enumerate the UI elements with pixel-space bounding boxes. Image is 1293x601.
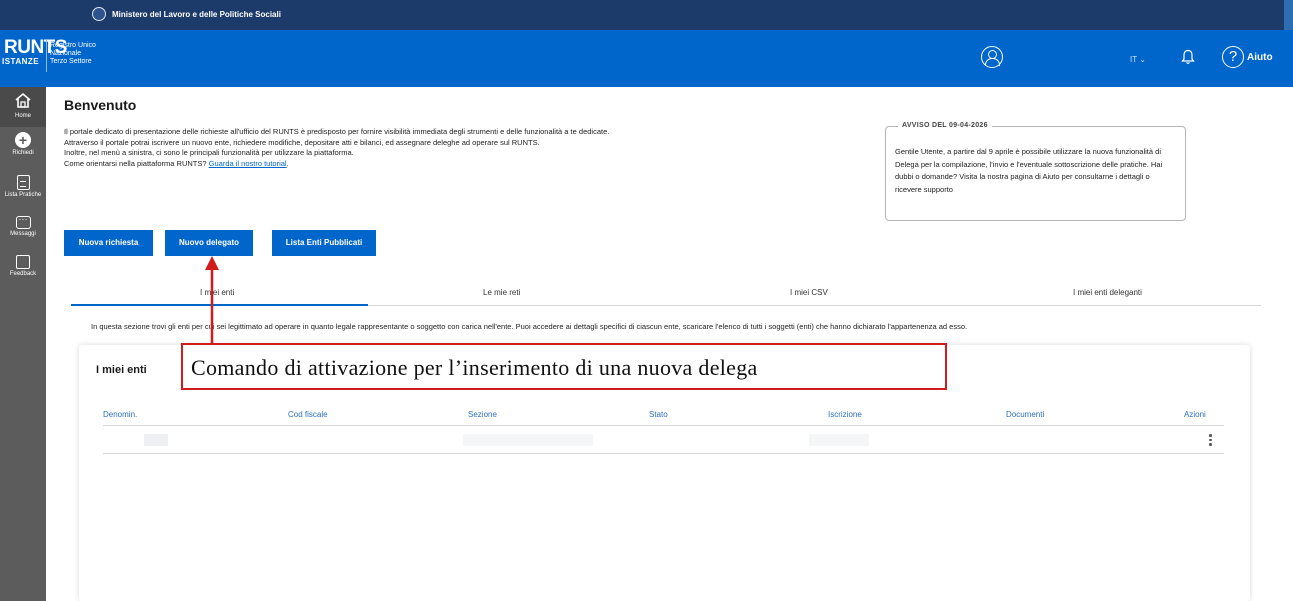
registry-line-3: Terzo Settore [50,58,92,65]
sidebar: Home + Richiedi Lista Pratiche Messaggi … [0,87,46,601]
ministry-name: Ministero del Lavoro e delle Politiche S… [112,9,281,19]
sidebar-item-label: Feedback [9,271,37,277]
sidebar-item-label: Lista Pratiche [4,192,42,198]
sidebar-item-label: Home [14,113,31,119]
new-request-button[interactable]: Nuova richiesta [64,230,153,256]
annotation-callout: Comando di attivazione per l’inserimento… [181,343,947,390]
column-header-status[interactable]: Stato [649,410,668,419]
notice-body: Gentile Utente, a partire dal 9 aprile è… [895,147,1163,194]
tutorial-link[interactable]: Guarda il nostro tutorial [209,159,287,168]
annotation-text: Comando di attivazione per l’inserimento… [191,355,758,380]
new-delegate-button[interactable]: Nuovo delegato [165,230,253,256]
sidebar-item-label: Richiedi [12,150,34,156]
feedback-icon [16,255,30,269]
logo-separator [46,40,47,72]
page-title: Benvenuto [64,97,137,113]
column-header-section[interactable]: Sezione [468,410,497,419]
sidebar-item-messaggi[interactable]: Messaggi [0,214,46,237]
tab-my-delegating-entities[interactable]: I miei enti deleganti [1073,288,1142,297]
tutorial-question: Come orientarsi nella piattaforma RUNTS? [64,158,209,168]
sidebar-item-label: Messaggi [10,231,36,237]
intro-text: Il portale dedicato di presentazione del… [64,127,664,169]
runts-logo-sub: ISTANZE [2,57,40,66]
column-header-documents[interactable]: Documenti [1006,410,1044,419]
intro-paragraph-1: Il portale dedicato di presentazione del… [64,127,610,136]
tab-my-csv[interactable]: I miei CSV [790,288,828,297]
sidebar-item-feedback[interactable]: Feedback [0,255,46,277]
active-tab-indicator [71,304,368,306]
column-header-tax-code[interactable]: Cod fiscale [288,410,328,419]
tab-my-networks[interactable]: Le mie reti [483,288,520,297]
tabs-bar: I miei enti Le mie reti I miei CSV I mie… [71,282,1261,306]
registry-line-2: Nazionale [50,50,82,57]
public-entities-list-button[interactable]: Lista Enti Pubblicati [272,230,376,256]
topbar-edge [1284,0,1293,30]
document-icon [16,175,30,190]
user-icon[interactable] [981,46,1003,68]
home-icon [15,92,31,108]
intro-paragraph-4: Come orientarsi nella piattaforma RUNTS?… [64,159,664,170]
row-actions-menu-icon[interactable] [1209,434,1213,448]
section-description: In questa sezione trovi gli enti per cui… [91,322,968,331]
sidebar-item-lista-pratiche[interactable]: Lista Pratiche [0,175,46,198]
tab-my-entities[interactable]: I miei enti [200,288,234,297]
tutorial-period: . [286,158,289,168]
language-selector[interactable]: IT ⌄ [1130,55,1146,64]
notice-box: AVVISO DEL 09-04-2026 Gentile Utente, a … [885,122,1186,221]
column-header-actions: Azioni [1184,410,1206,419]
redacted-cell [144,434,168,446]
registry-line-1: Registro Unico [50,42,96,49]
notice-title: AVVISO DEL 09-04-2026 [898,122,992,129]
intro-paragraph-3: Inoltre, nel menù a sinistra, ci sono le… [64,148,354,157]
help-link[interactable]: Aiuto [1247,52,1273,63]
registry-name: Registro Unico Nazionale Terzo Settore [50,42,96,66]
table-header: Denomin. Cod fiscale Sezione Stato Iscri… [103,408,1224,426]
redacted-cell [809,434,869,446]
sidebar-item-home[interactable]: Home [0,87,46,127]
republic-emblem-icon [92,7,106,21]
ministry-bar: Ministero del Lavoro e delle Politiche S… [0,0,1293,30]
column-header-denomination[interactable]: Denomin. [103,410,137,419]
help-icon[interactable]: ? [1222,46,1244,68]
table-row[interactable] [103,427,1224,454]
intro-paragraph-2: Attraverso il portale potrai iscrivere u… [64,137,540,147]
bell-icon[interactable] [1181,49,1195,65]
column-header-registration[interactable]: Iscrizione [828,410,862,419]
app-header: RUNTS ISTANZE Registro Unico Nazionale T… [0,30,1293,87]
chat-icon [15,214,31,229]
sidebar-item-richiedi[interactable]: + Richiedi [0,132,46,156]
ministry-brand[interactable]: Ministero del Lavoro e delle Politiche S… [92,7,281,21]
card-title: I miei enti [96,364,147,376]
plus-icon: + [15,132,31,148]
redacted-cell [463,434,593,446]
